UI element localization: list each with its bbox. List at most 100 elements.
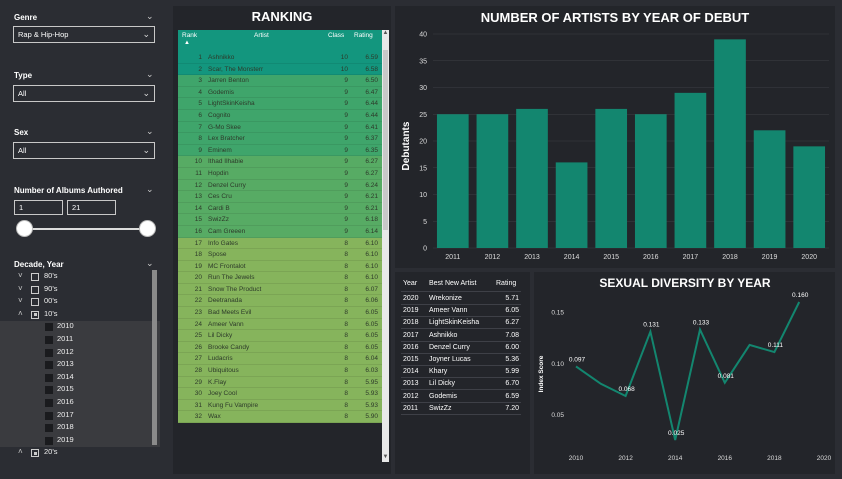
decade-tree-item[interactable]: 2010 bbox=[0, 321, 160, 334]
table-row[interactable]: 2017 Ashnikko 7.08 bbox=[401, 330, 521, 342]
bar[interactable] bbox=[436, 114, 469, 248]
table-row[interactable]: 6 Cognito 9 6.44 bbox=[178, 109, 382, 122]
table-row[interactable]: 4 Godemis 9 6.47 bbox=[178, 86, 382, 99]
table-row[interactable]: 2012 Godemis 6.59 bbox=[401, 391, 521, 403]
expand-chevron-icon[interactable]: ˅ bbox=[18, 296, 23, 305]
column-header-rank[interactable]: Rank bbox=[182, 32, 197, 39]
albums-slider-max-handle[interactable] bbox=[139, 220, 156, 237]
table-row[interactable]: 31 Kung Fu Vampire 8 5.93 bbox=[178, 399, 382, 412]
bar[interactable] bbox=[595, 108, 628, 249]
bar[interactable] bbox=[555, 162, 588, 248]
checkbox[interactable] bbox=[45, 411, 53, 420]
table-row[interactable]: 2014 Khary 5.99 bbox=[401, 366, 521, 379]
albums-slider-min-handle[interactable] bbox=[16, 220, 33, 237]
decade-tree-item[interactable]: 2018 bbox=[0, 422, 160, 435]
table-row[interactable]: 5 LightSkinKeisha 9 6.44 bbox=[178, 98, 382, 110]
table-row[interactable]: 25 Lil Dicky 8 6.05 bbox=[178, 330, 382, 342]
table-row[interactable]: 18 Spose 8 6.10 bbox=[178, 249, 382, 261]
bar[interactable] bbox=[793, 146, 826, 248]
decade-tree-item[interactable]: 2015 bbox=[0, 384, 160, 397]
scroll-up-icon[interactable]: ▲ bbox=[382, 30, 389, 38]
decade-tree-scrollbar[interactable] bbox=[152, 270, 157, 445]
table-row[interactable]: 23 Bad Meets Evil 8 6.05 bbox=[178, 307, 382, 319]
type-dropdown[interactable]: All ⌄ bbox=[13, 85, 155, 102]
collapse-chevron-icon[interactable]: ˄ bbox=[18, 447, 23, 456]
table-row[interactable]: 13 Ces Cru 9 6.21 bbox=[178, 191, 382, 203]
checkbox[interactable] bbox=[31, 285, 39, 294]
chevron-down-icon[interactable]: ⌄ bbox=[146, 69, 154, 80]
bar[interactable] bbox=[516, 108, 548, 249]
table-row[interactable]: 2019 Ameer Vann 6.05 bbox=[401, 305, 521, 318]
table-row[interactable]: 32 Wax 8 5.90 bbox=[178, 411, 382, 423]
checkbox[interactable] bbox=[31, 449, 39, 458]
table-row[interactable]: 14 Cardi B 9 6.21 bbox=[178, 202, 382, 215]
checkbox[interactable] bbox=[45, 336, 53, 344]
sex-dropdown[interactable]: All ⌄ bbox=[13, 142, 155, 159]
table-row[interactable]: 8 Lex Bratcher 9 6.37 bbox=[178, 133, 382, 145]
table-row[interactable]: 28 Ubiquitous 8 6.03 bbox=[178, 365, 382, 377]
decade-tree-item[interactable]: 2011 bbox=[0, 334, 160, 347]
table-row[interactable]: 2 Scar, The Monsterr 10 6.58 bbox=[178, 63, 382, 76]
table-row[interactable]: 29 K.Flay 8 5.95 bbox=[178, 376, 382, 389]
albums-min-input[interactable]: 1 bbox=[14, 200, 63, 215]
table-row[interactable]: 7 G-Mo Skee 9 6.41 bbox=[178, 121, 382, 134]
decade-tree-item[interactable]: ˄ 20's bbox=[0, 447, 160, 460]
decade-tree-item[interactable]: 2012 bbox=[0, 346, 160, 360]
table-row[interactable]: 2020 Wrekonize 5.71 bbox=[401, 293, 521, 305]
decade-tree-item[interactable]: 2014 bbox=[0, 371, 160, 385]
table-row[interactable]: 30 Joey Cool 8 5.93 bbox=[178, 388, 382, 400]
checkbox[interactable] bbox=[45, 399, 53, 407]
chevron-down-icon[interactable]: ⌄ bbox=[146, 184, 154, 195]
expand-chevron-icon[interactable]: ˅ bbox=[18, 271, 23, 280]
decade-tree-item[interactable]: 2017 bbox=[0, 409, 160, 423]
table-row[interactable]: 2018 LightSkinKeisha 6.27 bbox=[401, 317, 521, 330]
table-row[interactable]: 24 Ameer Vann 8 6.05 bbox=[178, 318, 382, 331]
table-row[interactable]: 2016 Denzel Curry 6.00 bbox=[401, 342, 521, 354]
checkbox[interactable] bbox=[31, 273, 39, 281]
table-row[interactable]: 19 MC Frontalot 8 6.10 bbox=[178, 260, 382, 273]
table-row[interactable]: 10 Ithad Ilhabie 9 6.27 bbox=[178, 156, 382, 168]
chevron-down-icon[interactable]: ⌄ bbox=[146, 11, 154, 22]
chevron-down-icon[interactable]: ⌄ bbox=[146, 258, 154, 269]
chevron-down-icon[interactable]: ⌄ bbox=[146, 126, 154, 137]
checkbox[interactable] bbox=[31, 298, 39, 307]
decade-tree-item[interactable]: ˄ 10's bbox=[0, 309, 160, 322]
decade-tree-item[interactable]: ˅ 90's bbox=[0, 284, 160, 297]
column-header-best-new-artist[interactable]: Best New Artist bbox=[429, 280, 476, 287]
checkbox[interactable] bbox=[45, 386, 53, 395]
table-row[interactable]: 20 Run The Jewels 8 6.10 bbox=[178, 272, 382, 284]
bar[interactable] bbox=[674, 92, 707, 248]
decade-tree-item[interactable]: 2013 bbox=[0, 359, 160, 372]
table-row[interactable]: 12 Denzel Curry 9 6.24 bbox=[178, 179, 382, 192]
column-header-class[interactable]: Class bbox=[328, 32, 344, 39]
table-row[interactable]: 1 Ashnikko 10 6.59 bbox=[178, 52, 382, 64]
checkbox[interactable] bbox=[45, 424, 53, 433]
collapse-chevron-icon[interactable]: ˄ bbox=[18, 309, 23, 318]
bar[interactable] bbox=[714, 39, 746, 248]
column-header-rating[interactable]: Rating bbox=[354, 32, 373, 39]
bar[interactable] bbox=[753, 130, 786, 248]
table-row[interactable]: 17 Info Gates 8 6.10 bbox=[178, 237, 382, 250]
column-header-year[interactable]: Year bbox=[403, 280, 417, 287]
table-row[interactable]: 2011 SwizZz 7.20 bbox=[401, 403, 521, 415]
ranking-scroll-thumb[interactable] bbox=[383, 50, 388, 230]
table-row[interactable]: 22 Deetranada 8 6.06 bbox=[178, 295, 382, 308]
diversity-series-line[interactable] bbox=[575, 301, 801, 441]
column-header-artist[interactable]: Artist bbox=[254, 32, 269, 39]
table-row[interactable]: 2013 Lil Dicky 6.70 bbox=[401, 378, 521, 391]
genre-dropdown[interactable]: Rap & Hip-Hop ⌄ bbox=[13, 26, 155, 43]
scroll-down-icon[interactable]: ▼ bbox=[382, 454, 389, 462]
checkbox[interactable] bbox=[31, 310, 39, 319]
column-header-rating[interactable]: Rating bbox=[496, 280, 516, 287]
decade-tree-item[interactable]: 2019 bbox=[0, 434, 160, 448]
bar[interactable] bbox=[634, 114, 667, 248]
expand-chevron-icon[interactable]: ˅ bbox=[18, 284, 23, 293]
albums-max-input[interactable]: 21 bbox=[67, 200, 116, 215]
table-row[interactable]: 26 Brooke Candy 8 6.05 bbox=[178, 341, 382, 354]
table-row[interactable]: 3 Jarren Benton 9 6.50 bbox=[178, 75, 382, 87]
table-row[interactable]: 2015 Joyner Lucas 5.36 bbox=[401, 354, 521, 366]
table-row[interactable]: 11 Hopdin 9 6.27 bbox=[178, 167, 382, 180]
table-row[interactable]: 21 Snow The Product 8 6.07 bbox=[178, 283, 382, 296]
table-row[interactable]: 27 Ludacris 8 6.04 bbox=[178, 353, 382, 366]
checkbox[interactable] bbox=[45, 436, 53, 445]
